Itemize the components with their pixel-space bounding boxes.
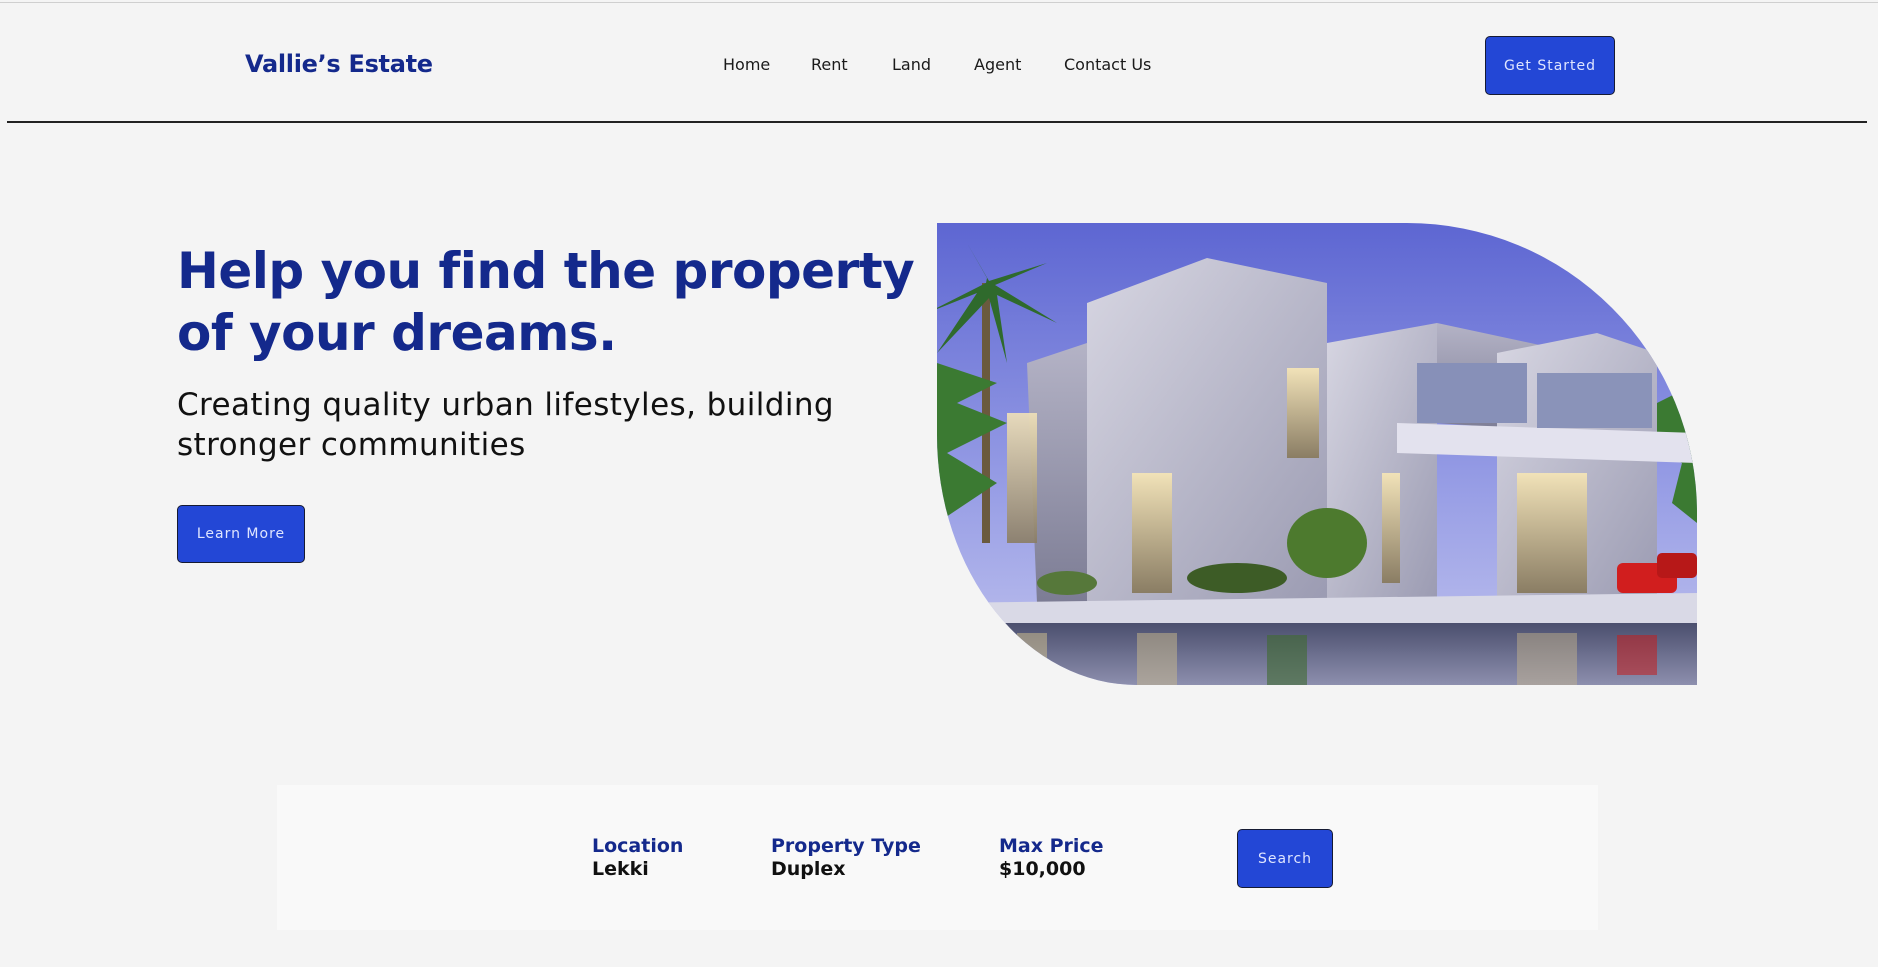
max-price-value[interactable]: $10,000	[999, 858, 1104, 880]
max-price-label: Max Price	[999, 835, 1104, 857]
location-field[interactable]: Location Lekki	[592, 835, 683, 880]
nav-agent[interactable]: Agent	[974, 55, 1021, 74]
property-type-label: Property Type	[771, 835, 921, 857]
hero-subtitle: Creating quality urban lifestyles, build…	[177, 387, 834, 463]
search-button[interactable]: Search	[1237, 829, 1333, 888]
hero-house-image	[937, 223, 1697, 685]
property-search-panel: Location Lekki Property Type Duplex Max …	[277, 785, 1598, 930]
header-divider	[7, 121, 1867, 123]
nav-rent[interactable]: Rent	[811, 55, 848, 74]
property-type-value[interactable]: Duplex	[771, 858, 921, 880]
max-price-field[interactable]: Max Price $10,000	[999, 835, 1104, 880]
get-started-button[interactable]: Get Started	[1485, 36, 1615, 95]
learn-more-button[interactable]: Learn More	[177, 505, 305, 563]
hero-title: Help you find the property of your dream…	[177, 242, 915, 362]
site-logo[interactable]: Vallie’s Estate	[245, 50, 433, 78]
site-header: Vallie’s Estate Home Rent Land Agent Con…	[0, 3, 1878, 122]
nav-home[interactable]: Home	[723, 55, 770, 74]
nav-contact-us[interactable]: Contact Us	[1064, 55, 1151, 74]
property-type-field[interactable]: Property Type Duplex	[771, 835, 921, 880]
location-value[interactable]: Lekki	[592, 858, 683, 880]
location-label: Location	[592, 835, 684, 857]
nav-land[interactable]: Land	[892, 55, 931, 74]
